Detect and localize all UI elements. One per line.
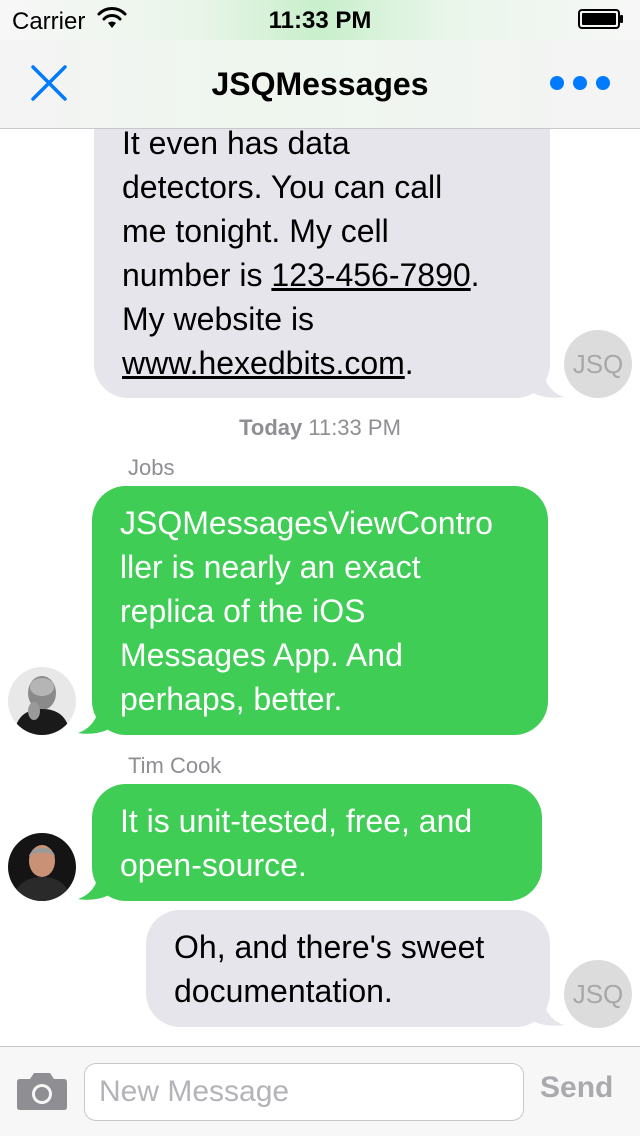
message-text: . — [470, 257, 480, 293]
incoming-message-bubble[interactable]: Oh, and there's sweet documentation. — [146, 910, 550, 1027]
message-line: open-source. — [120, 847, 307, 883]
timestamp-day: Today — [239, 415, 303, 440]
avatar-photo-icon — [8, 667, 76, 735]
avatar-tim-cook — [8, 833, 76, 901]
message-text: . — [404, 345, 414, 381]
message-line: detectors. You can call — [122, 169, 443, 205]
message-line: JSQMessagesViewContro — [120, 505, 493, 541]
input-toolbar: Send — [0, 1046, 640, 1136]
send-button[interactable]: Send — [540, 1071, 613, 1105]
message-line: perhaps, better. — [120, 681, 343, 717]
website-link[interactable]: www.hexedbits.com — [122, 345, 405, 381]
timestamp: Today 11:33 PM — [0, 415, 640, 441]
message-line: replica of the iOS — [120, 593, 366, 629]
message-line: Messages App. And — [120, 637, 403, 673]
more-icon[interactable] — [548, 74, 612, 92]
message-line: It even has data — [122, 129, 350, 161]
outgoing-message-bubble[interactable]: JSQMessagesViewContro ller is nearly an … — [92, 486, 548, 735]
avatar: JSQ — [564, 960, 632, 1028]
bubble-tail — [530, 367, 564, 398]
message-line: number is 123-456-7890. — [122, 253, 522, 297]
outgoing-message-bubble[interactable]: It is unit-tested, free, and open-source… — [92, 784, 542, 901]
timestamp-time: 11:33 PM — [308, 415, 401, 440]
message-line: ller is nearly an exact — [120, 549, 421, 585]
message-line: www.hexedbits.com. — [122, 341, 522, 385]
message-line: My website is — [122, 301, 315, 337]
phone-link[interactable]: 123-456-7890 — [271, 257, 470, 293]
battery-icon — [578, 9, 623, 29]
avatar-photo-icon — [8, 833, 76, 901]
avatar-jobs — [8, 667, 76, 735]
avatar: JSQ — [564, 330, 632, 398]
message-input[interactable] — [84, 1063, 524, 1121]
bubble-tail — [530, 995, 564, 1026]
camera-icon[interactable] — [16, 1071, 68, 1111]
message-list[interactable]: It even has data detectors. You can call… — [0, 129, 640, 1046]
message-text: number is — [122, 257, 272, 293]
message-line: It is unit-tested, free, and — [120, 803, 473, 839]
status-time: 11:33 PM — [268, 7, 372, 34]
message-line: documentation. — [174, 973, 393, 1009]
message-line: Oh, and there's sweet — [174, 929, 485, 965]
navigation-bar: JSQMessages — [0, 40, 640, 129]
message-line: me tonight. My cell — [122, 213, 389, 249]
status-bar: Carrier 11:33 PM — [0, 0, 640, 40]
page-title: JSQMessages — [211, 66, 429, 102]
sender-name: Jobs — [128, 455, 175, 480]
sender-name: Tim Cook — [128, 753, 222, 778]
incoming-message-bubble[interactable]: It even has data detectors. You can call… — [94, 129, 550, 398]
